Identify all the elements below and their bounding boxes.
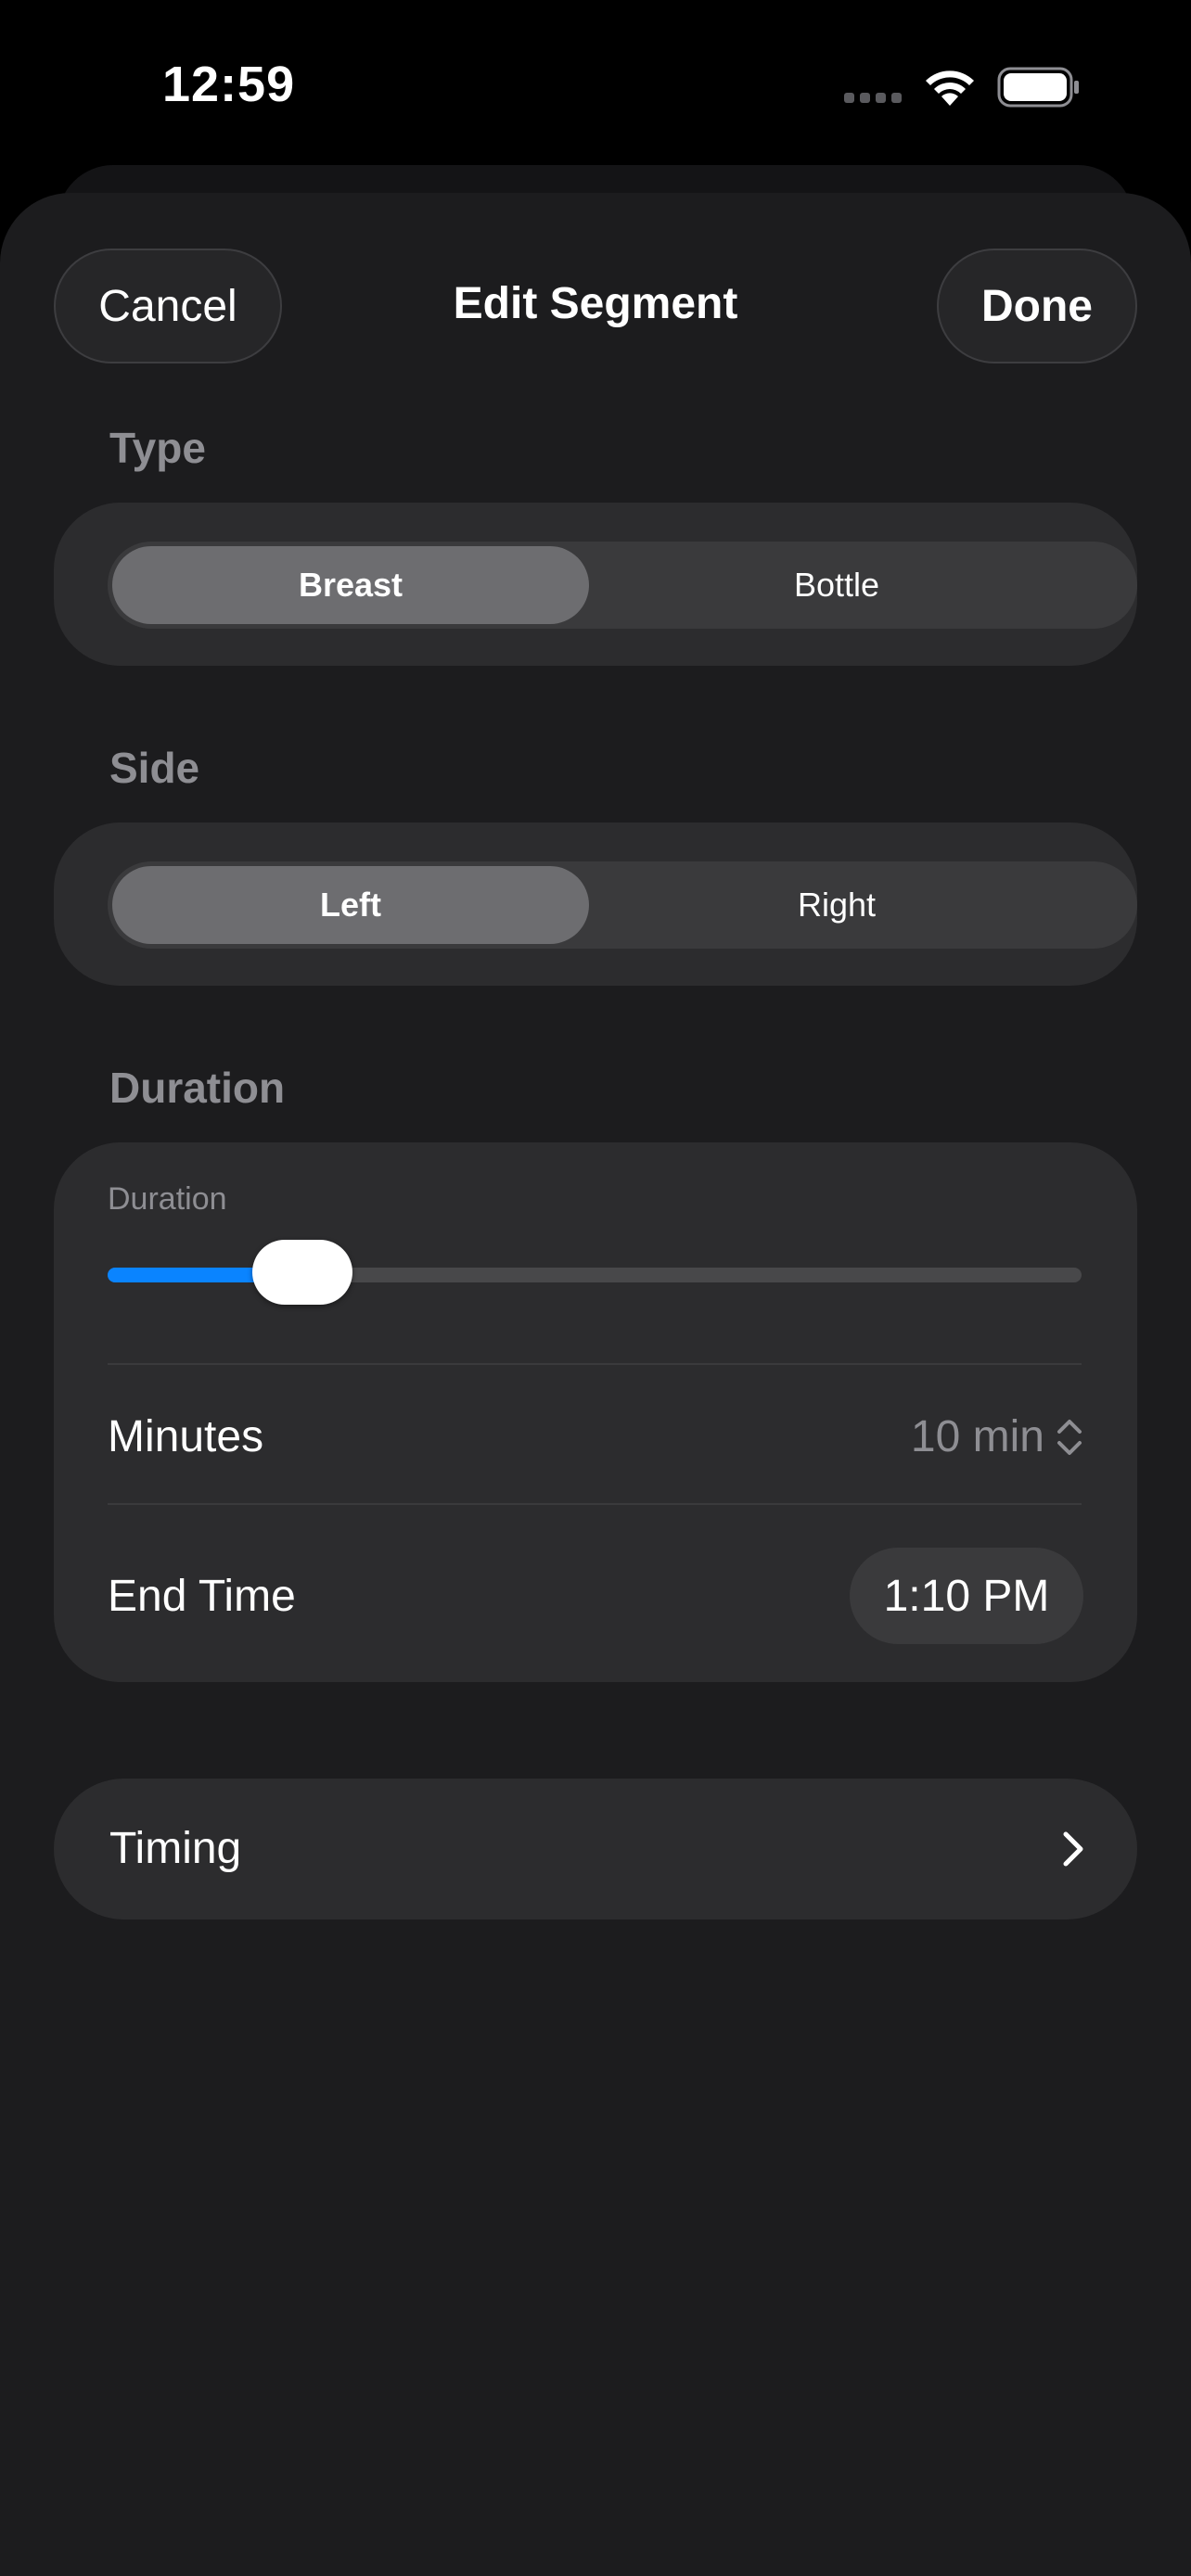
timing-label: Timing <box>109 1824 242 1873</box>
cellular-signal-icon <box>844 93 905 104</box>
type-section-label: Type <box>109 424 206 472</box>
type-option-bottle[interactable]: Bottle <box>598 546 1075 624</box>
side-option-right[interactable]: Right <box>598 866 1075 944</box>
duration-slider[interactable] <box>108 1240 1082 1305</box>
wifi-icon <box>926 70 974 106</box>
side-option-left[interactable]: Left <box>112 866 589 944</box>
duration-section-label: Duration <box>109 1064 286 1112</box>
status-time: 12:59 <box>162 57 296 112</box>
end-time-picker[interactable]: 1:10 PM <box>850 1548 1083 1644</box>
divider <box>108 1363 1082 1365</box>
type-card: Breast Bottle <box>54 503 1137 666</box>
minutes-value: 10 min <box>910 1412 1044 1461</box>
minutes-label: Minutes <box>108 1412 264 1461</box>
duration-slider-caption: Duration <box>108 1181 227 1217</box>
duration-card: Duration Minutes 10 min End Time 1:10 PM <box>54 1142 1137 1682</box>
side-card: Left Right <box>54 823 1137 986</box>
slider-thumb[interactable] <box>252 1240 352 1305</box>
done-button[interactable]: Done <box>937 249 1137 363</box>
timing-row[interactable]: Timing <box>54 1779 1137 1919</box>
chevron-up-down-icon <box>1057 1419 1082 1455</box>
minutes-stepper[interactable]: 10 min <box>911 1411 1083 1462</box>
end-time-label: End Time <box>108 1572 296 1621</box>
type-option-breast[interactable]: Breast <box>112 546 589 624</box>
chevron-right-icon <box>1063 1831 1083 1867</box>
status-bar: 12:59 <box>0 0 1191 167</box>
side-segmented-control: Left Right <box>108 861 1137 949</box>
type-segmented-control: Breast Bottle <box>108 542 1137 629</box>
side-section-label: Side <box>109 744 200 792</box>
battery-icon <box>997 67 1079 108</box>
divider <box>108 1503 1082 1505</box>
